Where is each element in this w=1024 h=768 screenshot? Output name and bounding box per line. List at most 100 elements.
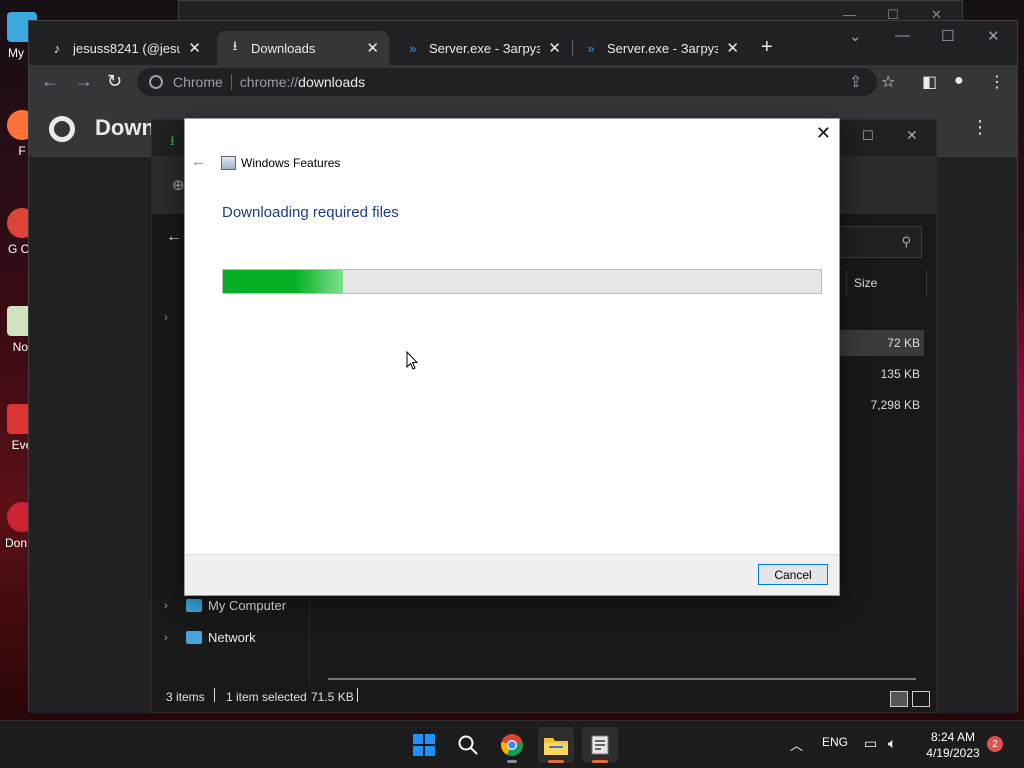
tab-server-2[interactable]: » Server.exe - Загрузит ✕ [573,31,749,65]
column-divider [846,270,847,296]
progress-fill [223,270,343,293]
windows-features-dialog: ✕ ← Windows Features Downloading require… [184,118,840,596]
download-icon: ⭳ [232,38,238,53]
cancel-button[interactable]: Cancel [758,564,828,585]
url-host: downloads [298,74,366,90]
site-label: Chrome [173,74,223,90]
maximize-icon[interactable]: ☐ [941,27,954,45]
horizontal-scrollbar[interactable] [328,678,916,680]
mouse-cursor-icon [406,351,418,370]
tab-server-1[interactable]: » Server.exe - Загрузит ✕ [395,31,571,65]
desktop-icon-label: F [18,144,26,158]
chevron-up-icon[interactable]: ︿ [790,735,803,754]
status-size: 71.5 KB [311,690,354,704]
close-icon[interactable]: ✕ [366,39,379,57]
menu-icon[interactable]: ⋮ [989,72,1005,92]
taskbar-file-explorer[interactable] [538,727,574,763]
chevron-double-icon: » [409,40,417,56]
windows-features-icon [591,735,609,755]
chevron-right-icon: › [164,599,168,612]
profile-icon[interactable]: ● [954,72,964,90]
tree-item-network[interactable]: › Network [164,630,256,645]
clock-date: 4/19/2023 [926,746,980,760]
side-panel-icon[interactable]: ◧ [922,72,937,92]
status-selected: 1 item selected [226,690,307,704]
start-button[interactable] [406,727,442,763]
tree-item-label: My Computer [208,598,287,613]
file-row-size[interactable]: 72 KB [887,336,920,350]
new-item-icon[interactable]: ⊕ [172,176,185,194]
network-icon[interactable]: ▭ [864,735,877,752]
chrome-icon [501,734,523,756]
chrome-site-icon [149,75,163,89]
tiles-view-button[interactable] [912,691,930,707]
close-icon[interactable]: ✕ [816,123,831,144]
dialog-heading: Downloading required files [222,204,399,221]
tiktok-icon: ♪ [53,40,61,56]
file-row-size[interactable]: 7,298 KB [871,398,920,412]
explorer-status-bar: 3 items 1 item selected 71.5 KB [152,682,936,712]
tab-search-icon[interactable]: ⌄ [849,27,862,45]
dialog-title: Windows Features [241,156,341,170]
search-icon [458,735,478,755]
volume-icon[interactable]: 🔈︎ [888,735,896,752]
chrome-toolbar: ← → ↻ Chrome chrome:// downloads ⇪ ☆ ◧ ●… [29,65,1017,99]
more-icon[interactable]: ⋮ [971,117,989,138]
bookmark-star-icon[interactable]: ☆ [881,72,895,92]
running-indicator [548,760,564,763]
clock[interactable]: 8:24 AM 4/19/2023 [918,729,988,761]
tab-strip: ♪ jesuss8241 (@jesuss8 ✕ ⭳ Downloads ✕ »… [29,21,1017,65]
chevron-right-icon: › [164,631,168,644]
new-tab-button[interactable]: + [761,36,773,59]
clock-time: 8:24 AM [930,730,976,744]
status-divider [357,688,358,702]
chrome-logo-icon [49,116,75,142]
taskbar-windows-features[interactable] [582,727,618,763]
reload-icon[interactable]: ↻ [107,71,122,92]
status-item-count: 3 items [166,690,205,704]
chevron-right-icon[interactable]: › [164,310,168,324]
back-icon[interactable]: ← [166,228,182,246]
search-button[interactable] [450,727,486,763]
status-divider [214,688,215,702]
language-indicator[interactable]: ENG [822,735,848,749]
network-icon [186,631,202,644]
windows-features-icon [221,156,236,170]
tab-downloads[interactable]: ⭳ Downloads ✕ [217,31,389,65]
running-indicator [592,760,608,763]
minimize-icon[interactable]: — [895,27,910,44]
tab-label: Downloads [251,40,316,56]
tab-label: jesuss8241 (@jesuss8 [73,40,181,56]
back-icon[interactable]: ← [191,153,206,170]
close-icon[interactable]: ✕ [906,127,918,144]
back-icon[interactable]: ← [41,71,59,92]
download-progress-bar [222,269,822,294]
maximize-icon[interactable]: ☐ [862,128,874,144]
forward-icon[interactable]: → [75,71,93,92]
close-icon[interactable]: ✕ [188,39,201,57]
omnibox-divider [230,74,232,90]
tab-tiktok[interactable]: ♪ jesuss8241 (@jesuss8 ✕ [39,31,211,65]
chevron-double-icon: » [587,40,595,56]
close-icon[interactable]: ✕ [987,27,1000,45]
notification-badge[interactable]: 2 [987,736,1003,752]
dialog-footer: Cancel [185,554,839,595]
taskbar-chrome[interactable] [494,727,530,763]
folder-icon [544,738,568,755]
tree-item-my-computer[interactable]: › My Computer [164,598,286,613]
file-row-size[interactable]: 135 KB [881,367,920,381]
column-divider [926,270,927,296]
details-view-button[interactable] [890,691,908,707]
share-icon[interactable]: ⇪ [849,72,862,92]
address-bar[interactable]: Chrome chrome:// downloads [137,68,877,96]
tab-label: Server.exe - Загрузит [429,40,541,56]
tree-item-label: Network [208,630,256,645]
running-indicator [507,760,517,763]
column-header-size[interactable]: Size [854,276,877,290]
tab-label: Server.exe - Загрузит [607,40,719,56]
taskbar: ︿ ENG ▭ 🔈︎ 8:24 AM 4/19/2023 2 [0,720,1024,768]
close-icon[interactable]: ✕ [548,39,561,57]
search-icon: ⚲ [901,234,911,249]
download-icon: ⭳ [170,132,175,148]
close-icon[interactable]: ✕ [726,39,739,57]
